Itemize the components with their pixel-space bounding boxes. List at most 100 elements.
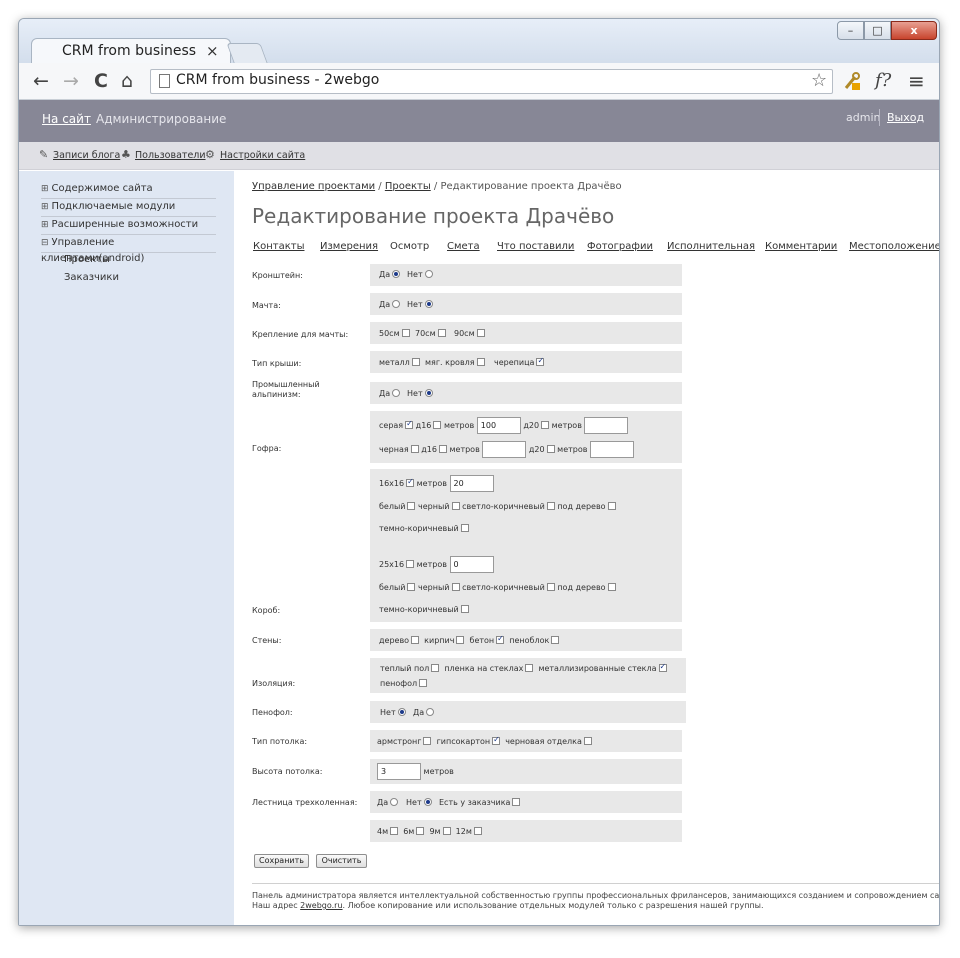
checkbox-25x16[interactable] bbox=[406, 560, 415, 568]
address-bar[interactable]: CRM from business - 2webgo ☆ bbox=[150, 69, 833, 94]
checkbox-6m[interactable] bbox=[416, 827, 425, 835]
home-icon[interactable]: ⌂ bbox=[121, 69, 133, 93]
stairs-customer-has[interactable]: Есть у заказчика bbox=[439, 798, 521, 807]
sidebar-subitem-customers[interactable]: Заказчики bbox=[64, 272, 119, 283]
roof-metal[interactable]: металл bbox=[379, 358, 420, 367]
expand-icon[interactable]: ⊞ bbox=[41, 184, 49, 194]
tab-contacts[interactable]: Контакты bbox=[253, 241, 304, 252]
subnav-blog-posts[interactable]: Записи блога bbox=[53, 150, 120, 161]
gofra-gray-d20-meters-input[interactable] bbox=[584, 417, 629, 434]
radio-stairs-yes[interactable] bbox=[390, 798, 399, 806]
stairs-no[interactable]: Нет bbox=[406, 798, 432, 807]
checkbox-heated-floor[interactable] bbox=[431, 664, 440, 672]
radio-mast-no[interactable] bbox=[424, 300, 433, 308]
sidebar-item-advanced[interactable]: ⊞ Расширенные возможности bbox=[41, 217, 216, 235]
checkbox-brick[interactable] bbox=[456, 636, 465, 644]
checkbox-9m[interactable] bbox=[442, 827, 451, 835]
checkbox-16x16[interactable] bbox=[406, 477, 415, 487]
footer-site-link[interactable]: 2webgo.ru bbox=[300, 901, 342, 910]
stairs-yes[interactable]: Да bbox=[377, 798, 399, 807]
checkbox-wood-wall[interactable] bbox=[411, 636, 420, 644]
gofra-gray-d16-meters-input[interactable]: 100 bbox=[476, 417, 521, 434]
checkbox-customer-has[interactable] bbox=[512, 798, 521, 806]
radio-bracket-yes[interactable] bbox=[392, 270, 401, 278]
tab-delivered[interactable]: Что поставили bbox=[497, 241, 574, 252]
extension-key-icon[interactable] bbox=[843, 71, 861, 91]
checkbox-white[interactable] bbox=[407, 583, 416, 591]
bookmark-star-icon[interactable]: ☆ bbox=[811, 70, 827, 91]
checkbox-50[interactable] bbox=[401, 329, 410, 337]
tab-estimate[interactable]: Смета bbox=[447, 241, 480, 252]
sidebar-item-site-content[interactable]: ⊞ Содержимое сайта bbox=[41, 181, 216, 199]
checkbox-glass-film[interactable] bbox=[525, 664, 534, 672]
save-button[interactable]: Сохранить bbox=[254, 854, 309, 868]
close-window-button[interactable]: x bbox=[891, 21, 937, 40]
collapse-icon[interactable]: ⊟ bbox=[41, 238, 49, 248]
new-tab-button[interactable] bbox=[226, 43, 268, 63]
reload-icon[interactable]: C bbox=[94, 69, 108, 93]
checkbox-white[interactable] bbox=[407, 502, 416, 510]
tab-comments[interactable]: Комментарии bbox=[765, 241, 837, 252]
radio-penofol-yes[interactable] bbox=[426, 708, 435, 716]
sidebar-subitem-projects[interactable]: Проекты bbox=[64, 254, 110, 265]
tab-close-icon[interactable]: × bbox=[206, 42, 219, 60]
mast-mount-90[interactable]: 90см bbox=[454, 329, 485, 338]
penofol-yes[interactable]: Да bbox=[413, 708, 435, 717]
checkbox-drywall[interactable] bbox=[492, 735, 501, 745]
back-icon[interactable]: ← bbox=[33, 69, 49, 93]
checkbox-wood[interactable] bbox=[607, 502, 616, 510]
checkbox-wood[interactable] bbox=[607, 583, 616, 591]
gofra-black-d20-meters-input[interactable] bbox=[590, 441, 635, 458]
radio-penofol-no[interactable] bbox=[397, 708, 406, 716]
gofra-black-d16-meters-input[interactable] bbox=[482, 441, 527, 458]
checkbox-d20[interactable] bbox=[546, 445, 555, 453]
subnav-site-settings[interactable]: Настройки сайта bbox=[220, 150, 305, 161]
checkbox-d20[interactable] bbox=[541, 421, 550, 429]
checkbox-d16[interactable] bbox=[433, 421, 442, 429]
sidebar-item-modules[interactable]: ⊞ Подключаемые модули bbox=[41, 199, 216, 217]
alpinism-yes[interactable]: Да bbox=[379, 389, 401, 398]
checkbox-soft[interactable] bbox=[476, 358, 485, 366]
checkbox-90[interactable] bbox=[476, 329, 485, 337]
checkbox-armstrong[interactable] bbox=[423, 737, 432, 745]
mast-yes[interactable]: Да bbox=[379, 300, 401, 309]
checkbox-light-brown[interactable] bbox=[546, 583, 555, 591]
checkbox-dark-brown[interactable] bbox=[460, 605, 469, 613]
penofol-no[interactable]: Нет bbox=[380, 708, 406, 717]
admin-link[interactable]: Администрирование bbox=[96, 112, 226, 126]
checkbox-d16[interactable] bbox=[438, 445, 447, 453]
maximize-button[interactable]: □ bbox=[864, 21, 891, 40]
subnav-users[interactable]: Пользователи bbox=[135, 150, 206, 161]
menu-icon[interactable]: ≡ bbox=[908, 69, 925, 93]
breadcrumb-link-projects[interactable]: Проекты bbox=[385, 181, 431, 192]
checkbox-metallized-glass[interactable] bbox=[658, 662, 667, 672]
logout-link[interactable]: Выход bbox=[887, 111, 924, 124]
radio-mast-yes[interactable] bbox=[392, 300, 401, 308]
ceiling-height-input[interactable]: 3 bbox=[377, 763, 421, 780]
roof-tile[interactable]: черепица bbox=[494, 356, 545, 367]
forward-icon[interactable]: → bbox=[63, 69, 79, 93]
radio-bracket-no[interactable] bbox=[424, 270, 433, 278]
tab-executive[interactable]: Исполнительная bbox=[667, 241, 755, 252]
checkbox-dark-brown[interactable] bbox=[460, 524, 469, 532]
tab-measurements[interactable]: Измерения bbox=[320, 241, 378, 252]
clear-button[interactable]: Очистить bbox=[316, 854, 367, 868]
bracket-no[interactable]: Нет bbox=[407, 270, 433, 279]
checkbox-black[interactable] bbox=[410, 445, 419, 453]
expand-icon[interactable]: ⊞ bbox=[41, 202, 49, 212]
checkbox-gray[interactable] bbox=[405, 419, 414, 429]
extension-f-icon[interactable]: f? bbox=[875, 69, 891, 93]
checkbox-rough-finish[interactable] bbox=[583, 737, 592, 745]
site-link[interactable]: На сайт bbox=[42, 112, 91, 126]
checkbox-4m[interactable] bbox=[390, 827, 399, 835]
breadcrumb-link-project-management[interactable]: Управление проектами bbox=[252, 181, 375, 192]
checkbox-12m[interactable] bbox=[473, 827, 482, 835]
tab-location[interactable]: Местоположение bbox=[849, 241, 939, 252]
tab-photos[interactable]: Фотографии bbox=[587, 241, 653, 252]
radio-alpinism-yes[interactable] bbox=[392, 389, 401, 397]
roof-soft[interactable]: мяг. кровля bbox=[425, 358, 485, 367]
checkbox-penofol[interactable] bbox=[419, 679, 428, 687]
checkbox-black[interactable] bbox=[451, 502, 460, 510]
radio-stairs-no[interactable] bbox=[423, 798, 432, 806]
mast-mount-50[interactable]: 50см bbox=[379, 329, 410, 338]
